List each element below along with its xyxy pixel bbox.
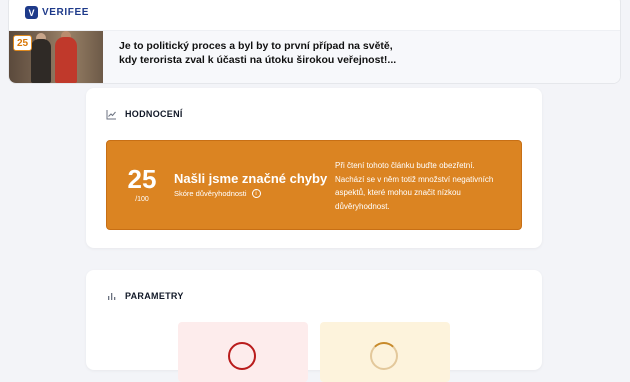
headline-line-1: Je to politický proces a byl by to první… [119, 40, 393, 52]
info-icon[interactable]: i [251, 189, 261, 198]
evaluation-title: HODNOCENÍ [125, 109, 183, 119]
parameters-card: PARAMETRY [86, 270, 542, 382]
line-chart-icon [106, 108, 118, 120]
gauge-icon [370, 342, 398, 370]
parameters-header: PARAMETRY [106, 290, 184, 302]
parameters-title: PARAMETRY [125, 291, 184, 301]
gauge-icon [228, 342, 256, 370]
brand-name: VERIFEE [42, 7, 89, 18]
parameter-tile-negative[interactable] [178, 322, 308, 382]
verifee-logo-icon: V [25, 6, 38, 19]
brand-header: V VERIFEE [9, 0, 620, 31]
article-row[interactable]: 25 Je to politický proces a byl by to pr… [9, 31, 620, 83]
verdict-title: Našli jsme značné chyby [174, 171, 328, 186]
evaluation-banner: 25 /100 Našli jsme značné chyby Skóre dů… [106, 140, 522, 230]
article-score-badge: 25 [13, 35, 32, 51]
evaluation-header: HODNOCENÍ [106, 108, 183, 120]
article-thumbnail: 25 [9, 31, 103, 83]
warning-text: Při čtení tohoto článku buďte obezřetní.… [335, 161, 494, 211]
evaluation-card: HODNOCENÍ 25 /100 Našli jsme značné chyb… [86, 88, 542, 248]
credibility-score: 25 [127, 164, 157, 194]
parameter-tile-warning[interactable] [320, 322, 450, 382]
article-headline[interactable]: Je to politický proces a byl by to první… [119, 39, 399, 67]
score-label-text: Skóre důvěryhodnosti [174, 189, 247, 198]
article-card[interactable]: V VERIFEE 25 Je to politický proces a by… [8, 0, 621, 84]
headline-line-2: kdy terorista zval k účasti na útoku šir… [119, 54, 397, 66]
credibility-score-max: /100 [135, 196, 149, 203]
score-label: Skóre důvěryhodnosti i [174, 189, 261, 198]
bar-chart-icon [106, 290, 118, 302]
